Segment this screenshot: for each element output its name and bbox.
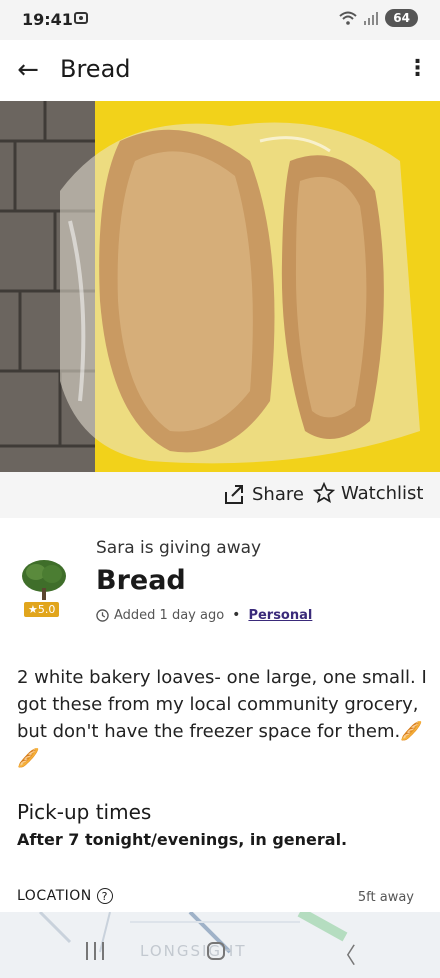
clock-icon [96,608,109,622]
pickup-heading: Pick-up times [17,800,152,824]
system-back-button[interactable]: 〈 [334,938,356,970]
arrow-left-icon: ← [17,55,39,85]
giver-avatar[interactable]: ★5.0 [16,554,72,618]
watchlist-button[interactable]: Watchlist [313,482,423,504]
signal-icon [364,12,379,25]
item-description: 2 white bakery loaves- one large, one sm… [17,667,427,769]
separator-dot: • [232,607,241,623]
rating-value: 5.0 [37,603,56,616]
screenshot-icon [74,12,88,24]
item-title: Bread [96,565,186,596]
rating-badge: ★5.0 [24,602,60,617]
added-time: Added 1 day ago [114,607,225,623]
page-title: Bread [60,55,131,83]
meta-row: Added 1 day ago • Personal [96,607,312,623]
giver-line: Sara is giving away [96,538,262,558]
more-vertical-icon: ⋮ [406,55,430,81]
wifi-icon [339,11,357,25]
share-button[interactable]: Share [222,482,304,506]
location-label-text: LOCATION [17,888,92,904]
star-outline-icon [313,482,335,503]
battery-indicator: 64 [385,9,418,27]
listing-photo[interactable] [0,101,440,472]
category-link[interactable]: Personal [248,608,312,623]
status-bar: 19:41 64 [0,0,440,40]
app-bar: ← Bread ⋮ [0,40,440,100]
distance: 5ft away [357,890,414,905]
more-options-button[interactable]: ⋮ [406,50,430,86]
recents-button[interactable] [86,942,104,960]
home-button[interactable] [207,942,225,960]
back-button[interactable]: ← [12,54,44,86]
share-label: Share [252,483,304,505]
pickup-times: After 7 tonight/evenings, in general. [17,830,348,849]
watchlist-label: Watchlist [341,482,424,504]
bread-photo [0,101,440,472]
location-label: LOCATION ? [17,888,113,904]
status-time: 19:41 [22,10,73,29]
action-row: Share Watchlist [0,472,440,518]
share-icon [225,485,243,504]
system-nav-bar: 〈 [0,926,440,978]
help-icon[interactable]: ? [96,888,113,904]
chevron-left-icon: 〈 [334,944,357,969]
status-icons: 64 [339,9,418,27]
